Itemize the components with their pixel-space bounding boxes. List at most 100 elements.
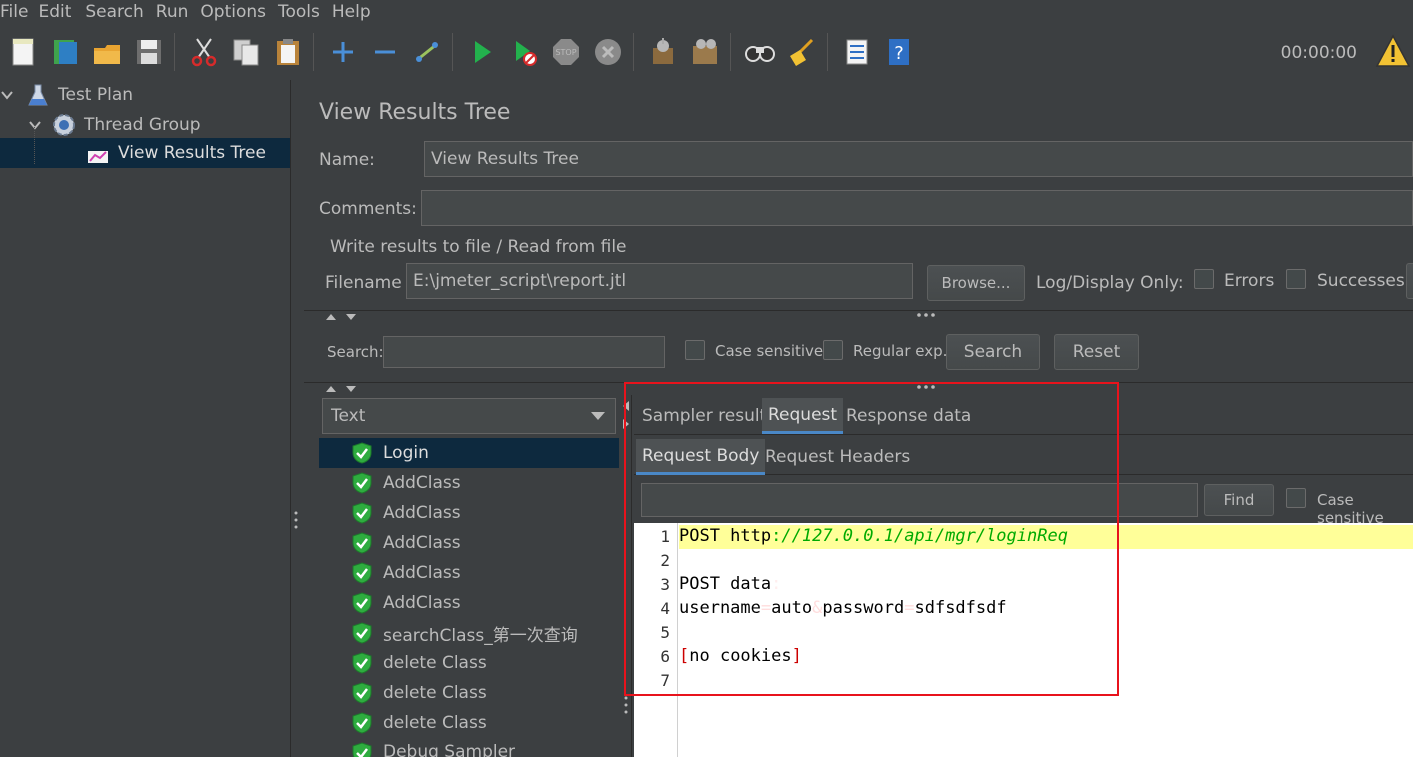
tree-item-label: Thread Group bbox=[84, 115, 201, 135]
search-splitter[interactable] bbox=[304, 310, 1413, 320]
errors-checkbox[interactable] bbox=[1194, 269, 1214, 289]
menu-edit[interactable]: Edit bbox=[38, 2, 77, 22]
reset-search-icon[interactable] bbox=[783, 33, 821, 71]
chevron-down-icon[interactable] bbox=[0, 88, 14, 102]
splitter-arrows-icon[interactable] bbox=[622, 401, 630, 431]
configure-button[interactable] bbox=[1406, 263, 1413, 299]
search-input[interactable] bbox=[383, 336, 665, 368]
tree-splitter[interactable] bbox=[290, 80, 304, 757]
success-shield-icon bbox=[352, 442, 372, 464]
line-number: 4 bbox=[660, 599, 670, 618]
start-icon[interactable] bbox=[463, 33, 501, 71]
list-item[interactable]: delete Class bbox=[319, 678, 619, 708]
splitter-handle-icon[interactable] bbox=[916, 384, 936, 390]
paste-icon[interactable] bbox=[269, 33, 307, 71]
request-body-editor[interactable]: 1 2 3 4 5 6 7 POST http://127.0.0.1/api/… bbox=[634, 523, 1413, 757]
find-case-sensitive-checkbox[interactable] bbox=[1286, 488, 1306, 508]
code-line-6: [no cookies] bbox=[679, 646, 802, 666]
page-title: View Results Tree bbox=[319, 100, 511, 125]
successes-checkbox[interactable] bbox=[1286, 269, 1306, 289]
tab-request[interactable]: Request bbox=[762, 398, 844, 434]
stop-icon[interactable]: STOP bbox=[547, 33, 585, 71]
reset-button[interactable]: Reset bbox=[1054, 334, 1139, 370]
menu-search[interactable]: Search bbox=[85, 2, 149, 22]
tree-item-test-plan[interactable]: Test Plan bbox=[0, 80, 290, 110]
tab-sampler-result[interactable]: Sampler result bbox=[636, 398, 772, 434]
results-list: Text Login AddClass AddClass AddClass Ad… bbox=[319, 398, 619, 757]
list-item[interactable]: Login bbox=[319, 438, 619, 468]
line-number: 3 bbox=[660, 575, 670, 594]
menu-help[interactable]: Help bbox=[332, 2, 377, 22]
list-item[interactable]: delete Class bbox=[319, 708, 619, 738]
svg-text:?: ? bbox=[894, 43, 904, 64]
case-sensitive-checkbox[interactable] bbox=[685, 340, 705, 360]
open-icon[interactable] bbox=[88, 33, 126, 71]
list-item-label: searchClass_第一次查询 bbox=[383, 625, 578, 646]
splitter-handle-icon[interactable] bbox=[294, 510, 298, 530]
list-item-label: delete Class bbox=[383, 713, 487, 733]
code-line-3: POST data: bbox=[679, 574, 782, 594]
name-field[interactable]: View Results Tree bbox=[424, 141, 1413, 177]
list-item[interactable]: AddClass bbox=[319, 468, 619, 498]
splitter-arrows-icon[interactable] bbox=[326, 384, 360, 393]
menu-tools[interactable]: Tools bbox=[278, 2, 326, 22]
tree-connector bbox=[34, 125, 35, 165]
splitter-handle-icon[interactable] bbox=[624, 695, 628, 715]
list-item[interactable]: delete Class bbox=[319, 648, 619, 678]
shutdown-icon[interactable] bbox=[589, 33, 627, 71]
help-icon[interactable]: ? bbox=[880, 33, 918, 71]
list-item-label: AddClass bbox=[383, 593, 461, 613]
main-panel: View Results Tree Name: View Results Tre… bbox=[304, 80, 1413, 757]
details-splitter[interactable] bbox=[620, 395, 632, 757]
clear-all-icon[interactable] bbox=[686, 33, 724, 71]
list-item[interactable]: searchClass_第一次查询 bbox=[319, 618, 619, 648]
search-button[interactable]: Search bbox=[946, 334, 1040, 370]
expand-icon[interactable] bbox=[324, 33, 362, 71]
menu-file[interactable]: File bbox=[0, 2, 34, 22]
file-section-title: Write results to file / Read from file bbox=[330, 237, 627, 257]
menu-run[interactable]: Run bbox=[156, 2, 195, 22]
find-input[interactable] bbox=[641, 483, 1198, 517]
cut-icon[interactable] bbox=[185, 33, 223, 71]
function-helper-icon[interactable] bbox=[838, 33, 876, 71]
tab-request-headers[interactable]: Request Headers bbox=[759, 439, 916, 475]
success-shield-icon bbox=[352, 592, 372, 614]
line-number: 7 bbox=[660, 671, 670, 690]
chevron-down-icon[interactable] bbox=[591, 412, 605, 421]
templates-icon[interactable] bbox=[46, 33, 84, 71]
list-item-label: Debug Sampler bbox=[383, 742, 516, 757]
comments-field[interactable] bbox=[421, 190, 1413, 226]
list-item[interactable]: AddClass bbox=[319, 558, 619, 588]
splitter-arrows-icon[interactable] bbox=[326, 312, 360, 321]
code-line-4: username=auto&password=sdfsdfsdf bbox=[679, 598, 1007, 618]
new-icon[interactable] bbox=[4, 33, 42, 71]
list-item[interactable]: AddClass bbox=[319, 498, 619, 528]
splitter-handle-icon[interactable] bbox=[916, 312, 936, 318]
menu-options[interactable]: Options bbox=[200, 2, 272, 22]
list-item-label: delete Class bbox=[383, 683, 487, 703]
code-line-1: POST http://127.0.0.1/api/mgr/loginReq bbox=[679, 526, 1068, 546]
tab-response-data[interactable]: Response data bbox=[840, 398, 977, 434]
find-button[interactable]: Find bbox=[1204, 484, 1274, 516]
save-icon[interactable] bbox=[130, 33, 168, 71]
collapse-icon[interactable] bbox=[366, 33, 404, 71]
tab-request-body[interactable]: Request Body bbox=[636, 439, 766, 475]
copy-icon[interactable] bbox=[227, 33, 265, 71]
list-item[interactable]: AddClass bbox=[319, 588, 619, 618]
start-no-pause-icon[interactable] bbox=[505, 33, 543, 71]
warning-icon[interactable] bbox=[1375, 34, 1411, 68]
list-item-label: AddClass bbox=[383, 563, 461, 583]
success-shield-icon bbox=[352, 532, 372, 554]
clear-icon[interactable] bbox=[644, 33, 682, 71]
regex-checkbox[interactable] bbox=[823, 340, 843, 360]
filename-field[interactable]: E:\jmeter_script\report.jtl bbox=[406, 263, 913, 299]
success-shield-icon bbox=[352, 742, 372, 757]
toggle-icon[interactable] bbox=[408, 33, 446, 71]
list-item[interactable]: Debug Sampler bbox=[319, 738, 619, 757]
search-icon[interactable] bbox=[741, 33, 779, 71]
browse-button[interactable]: Browse... bbox=[927, 265, 1025, 301]
results-splitter[interactable] bbox=[304, 382, 1413, 392]
errors-label: Errors bbox=[1224, 271, 1275, 291]
list-item[interactable]: AddClass bbox=[319, 528, 619, 558]
renderer-dropdown[interactable]: Text bbox=[322, 398, 616, 434]
